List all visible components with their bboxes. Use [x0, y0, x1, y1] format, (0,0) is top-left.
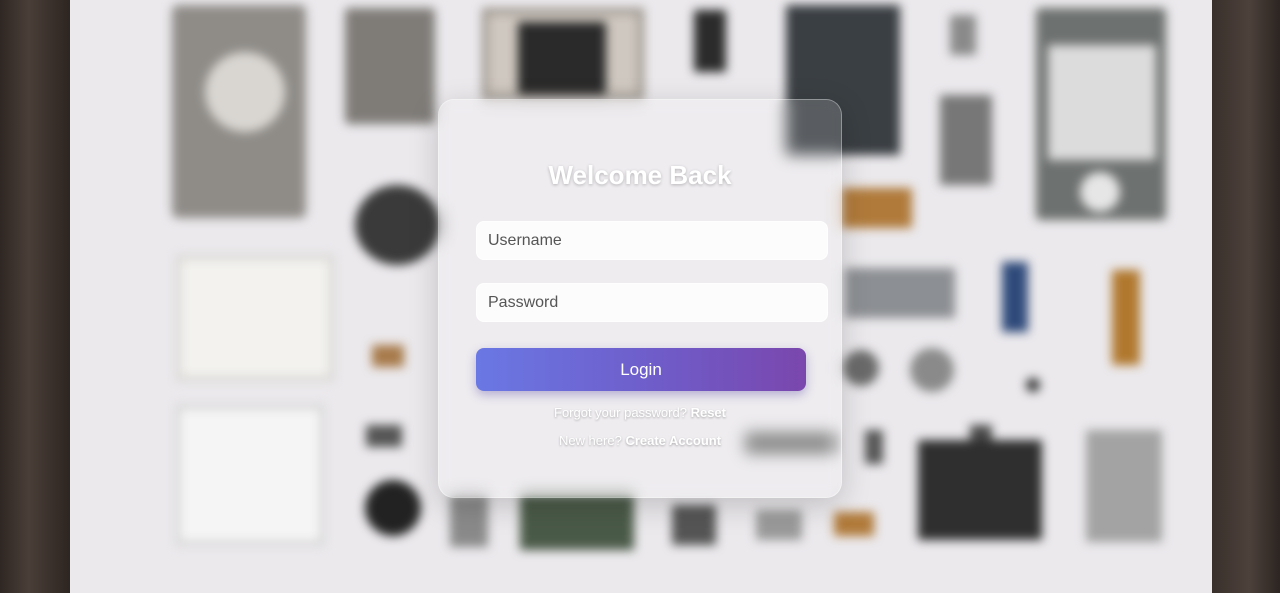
password-input[interactable]	[476, 283, 828, 322]
forgot-password-line: Forgot your password? Reset	[439, 405, 841, 420]
login-button[interactable]: Login	[476, 348, 806, 391]
forgot-password-text: Forgot your password?	[554, 405, 687, 420]
signup-text: New here?	[558, 433, 622, 448]
signup-line: New here? Create Account	[439, 433, 841, 448]
username-input[interactable]	[476, 221, 828, 260]
reset-link[interactable]: Reset	[691, 405, 726, 420]
create-account-link[interactable]: Create Account	[625, 433, 721, 448]
login-form: Welcome Back Login Forgot your password?…	[439, 100, 841, 497]
login-card: Welcome Back Login Forgot your password?…	[438, 99, 842, 498]
form-title: Welcome Back	[548, 160, 732, 190]
